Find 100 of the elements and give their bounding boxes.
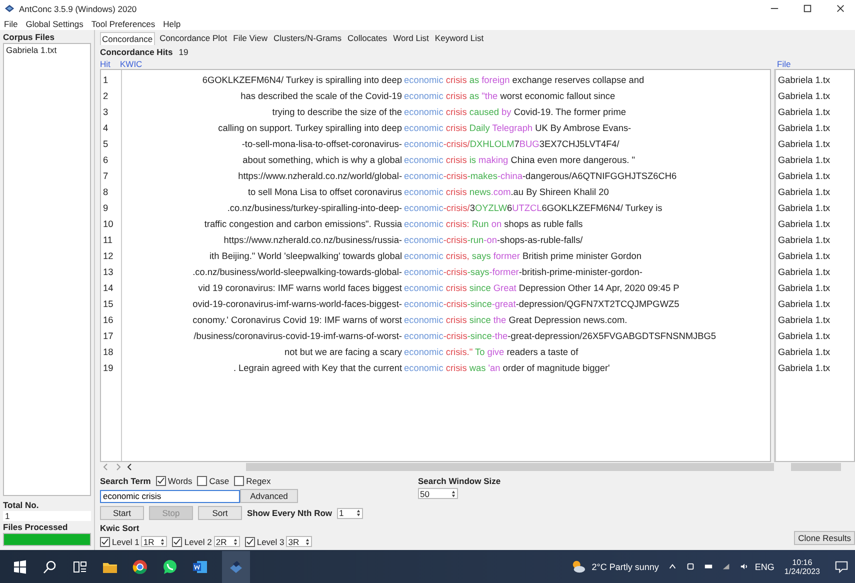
checkbox[interactable] bbox=[156, 476, 166, 486]
window-size-spinner[interactable]: 50 bbox=[418, 488, 458, 499]
chevron-up-icon[interactable] bbox=[668, 562, 677, 571]
tab[interactable]: Word List bbox=[392, 32, 430, 45]
weather-icon[interactable] bbox=[570, 559, 586, 574]
left-context: trying to describe the size of the bbox=[271, 107, 403, 117]
nth-row-spinner[interactable]: 1 bbox=[337, 508, 364, 518]
clone-results-button[interactable]: Clone Results bbox=[794, 531, 855, 545]
menu-item[interactable]: Global Settings bbox=[26, 18, 84, 28]
processed-label: Files Processed bbox=[3, 522, 69, 532]
tab[interactable]: File View bbox=[232, 32, 268, 45]
hit-number: 6 bbox=[102, 155, 110, 165]
maximize-icon[interactable] bbox=[803, 4, 812, 13]
search-icon[interactable] bbox=[42, 558, 58, 574]
level-spinner[interactable]: 1R bbox=[141, 536, 168, 547]
kwic-context: economic crisis, says former British prime minister Gordon bbox=[404, 251, 642, 261]
left-context: .co.nz/business/world-sleepwalking-towards-global- bbox=[192, 267, 403, 277]
tab[interactable]: Clusters/N-Grams bbox=[272, 32, 342, 45]
scroll-left-icon[interactable] bbox=[126, 463, 134, 471]
left-context: https://www.nzherald.co.nz/business/russia- bbox=[222, 235, 403, 245]
menu-item[interactable]: Help bbox=[163, 18, 181, 28]
notification-icon[interactable] bbox=[834, 559, 849, 574]
checkbox-label[interactable]: Level 2 bbox=[184, 536, 212, 546]
checkbox[interactable] bbox=[100, 536, 110, 546]
kwic-context: economic crisis as foreign exchange reserves collapse and bbox=[404, 75, 646, 85]
level-spinner[interactable]: 2R bbox=[214, 536, 240, 547]
hit-number: 8 bbox=[102, 187, 110, 197]
tab[interactable]: Concordance Plot bbox=[158, 32, 228, 45]
menu-item[interactable]: Tool Preferences bbox=[91, 18, 156, 28]
file-name: Gabriela 1.tx bbox=[777, 186, 832, 199]
network-icon[interactable] bbox=[722, 562, 731, 571]
left-context: traffic congestion and carbon emissions". Russia bbox=[203, 219, 403, 229]
file-name: Gabriela 1.tx bbox=[777, 346, 832, 359]
action-button[interactable]: Sort bbox=[198, 506, 242, 520]
search-field[interactable]: economic crisis bbox=[100, 490, 240, 502]
language-indicator[interactable]: ENG bbox=[754, 562, 774, 572]
advanced-button[interactable]: Advanced bbox=[240, 489, 298, 503]
tab[interactable]: Concordance bbox=[100, 32, 155, 45]
file-name: Gabriela 1.tx bbox=[777, 202, 832, 215]
column-header[interactable]: Hit bbox=[100, 59, 120, 69]
checkbox[interactable] bbox=[197, 476, 208, 486]
checkbox[interactable] bbox=[172, 536, 182, 546]
file-name: Gabriela 1.tx bbox=[777, 138, 832, 151]
clock-date[interactable]: 1/24/2023 bbox=[784, 566, 820, 576]
left-context: about something, which is why a global bbox=[242, 155, 403, 165]
checkbox[interactable] bbox=[244, 536, 255, 546]
close-icon[interactable] bbox=[836, 4, 845, 13]
total-label: Total No. bbox=[3, 500, 40, 510]
checkbox-label[interactable]: Case bbox=[209, 476, 230, 486]
action-button[interactable]: Start bbox=[100, 506, 144, 520]
checkbox-label[interactable]: Regex bbox=[246, 476, 271, 486]
left-context: ith Beijing." World 'sleepwalking' towards global bbox=[208, 251, 403, 261]
level-spinner[interactable]: 3R bbox=[286, 536, 312, 547]
hit-number: 16 bbox=[102, 315, 114, 325]
hits-count: 19 bbox=[178, 47, 188, 57]
hit-number: 1 bbox=[102, 75, 110, 85]
task-view-icon[interactable] bbox=[72, 558, 88, 574]
document-icon[interactable] bbox=[192, 558, 208, 574]
kwic-context: economic crisis." To give readers a taste of bbox=[404, 347, 580, 357]
clock-time[interactable]: 10:16 bbox=[792, 558, 812, 566]
left-context: /business/coronavirus-covid-19-imf-warns-of-worst- bbox=[192, 331, 403, 341]
chat-icon[interactable] bbox=[162, 558, 178, 574]
file-name: Gabriela 1.tx bbox=[777, 74, 832, 87]
kwic-context: economic crisis since Great Depression Other 14 Apr, 2020 09:45 P bbox=[404, 283, 680, 293]
app-icon[interactable] bbox=[228, 558, 244, 574]
column-header[interactable]: File bbox=[777, 59, 855, 69]
horizontal-scrollbar[interactable] bbox=[100, 462, 774, 472]
file-name: Gabriela 1.tx bbox=[777, 218, 832, 231]
browser-icon[interactable] bbox=[132, 558, 148, 574]
column-header[interactable]: KWIC bbox=[120, 59, 777, 69]
left-context: .co.nz/business/turkey-spiralling-into-deep- bbox=[226, 203, 403, 213]
file-name: Gabriela 1.tx bbox=[777, 250, 832, 263]
windows-start-icon[interactable] bbox=[12, 558, 28, 574]
hit-number: 7 bbox=[102, 171, 110, 181]
app-icon bbox=[4, 3, 15, 14]
file-item[interactable]: Gabriela 1.txt bbox=[6, 45, 57, 55]
checkbox-label[interactable]: Level 1 bbox=[112, 536, 140, 546]
kwic-context: economic crisis as "the worst economic fallout since bbox=[404, 91, 616, 101]
battery-icon[interactable] bbox=[704, 562, 713, 571]
left-context: https://www.nzherald.co.nz/world/global- bbox=[237, 171, 403, 181]
tab[interactable]: Keyword List bbox=[434, 32, 485, 45]
file-name: Gabriela 1.tx bbox=[777, 154, 832, 167]
kwic-sort-label: Kwic Sort bbox=[100, 523, 140, 533]
total-value: 1 bbox=[3, 511, 91, 521]
kwic-context: economic crisis Daily Telegraph UK By Ambrose Evans- bbox=[404, 123, 632, 133]
menu-item[interactable]: File bbox=[4, 18, 18, 28]
file-name: Gabriela 1.tx bbox=[777, 266, 832, 279]
kwic-context: economic crisis is making China even more dangerous. " bbox=[404, 155, 636, 165]
checkbox[interactable] bbox=[234, 476, 244, 486]
hit-number: 3 bbox=[102, 107, 110, 117]
weather-text[interactable]: 2°C Partly sunny bbox=[592, 562, 659, 572]
speaker-icon[interactable] bbox=[740, 562, 749, 571]
tab[interactable]: Collocates bbox=[346, 32, 388, 45]
hit-number: 5 bbox=[102, 139, 110, 149]
checkbox-label[interactable]: Words bbox=[168, 476, 192, 486]
hit-number: 4 bbox=[102, 123, 110, 133]
hit-number: 2 bbox=[102, 91, 110, 101]
kwic-context: economic-crisis-since-the-great-depression/26X5FVGABGDTSFNSNMJBG5 bbox=[404, 331, 717, 341]
left-context: vid 19 coronavirus: IMF warns world faces biggest bbox=[197, 283, 403, 293]
checkbox-label[interactable]: Level 3 bbox=[256, 536, 284, 546]
